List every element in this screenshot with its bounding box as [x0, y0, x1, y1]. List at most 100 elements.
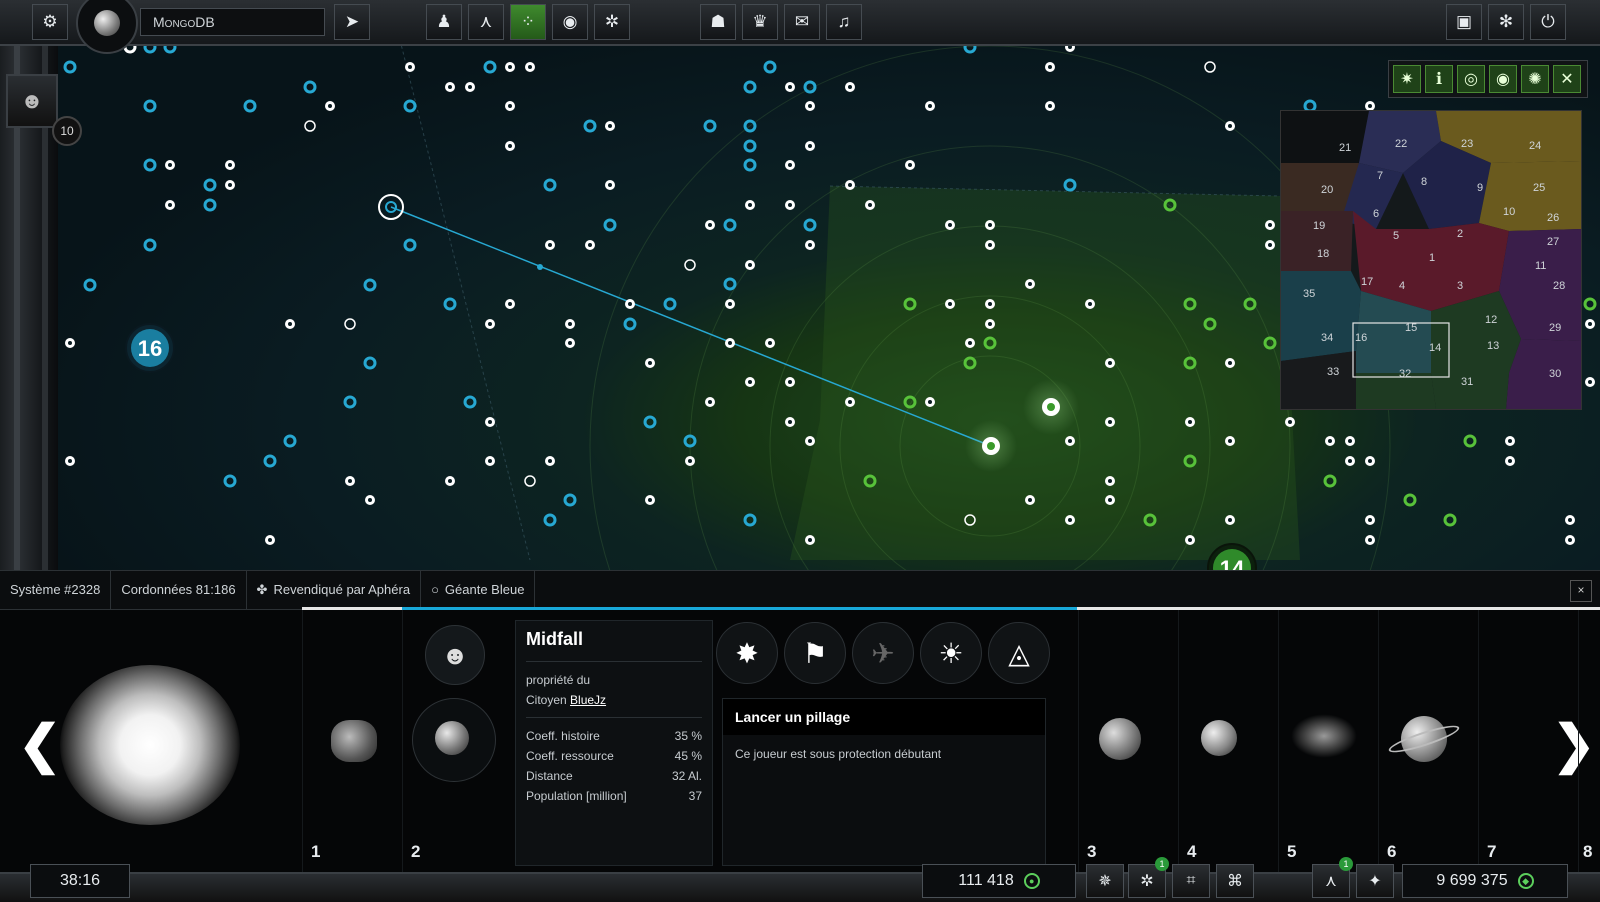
star-system-blue[interactable]: [603, 218, 617, 232]
player-avatar[interactable]: ☻: [6, 74, 58, 128]
star-system-blue[interactable]: [743, 80, 757, 94]
faction-icon[interactable]: ✲: [594, 4, 630, 40]
star-system-blue[interactable]: [443, 297, 457, 311]
galaxy-map-icon[interactable]: ⁘: [510, 4, 546, 40]
compass-icon[interactable]: ✵: [1086, 864, 1124, 898]
info-icon[interactable]: ℹ: [1425, 65, 1453, 93]
target-icon[interactable]: ◎: [1457, 65, 1485, 93]
star-system-blue[interactable]: [303, 80, 317, 94]
sector-badge-16[interactable]: 16: [125, 323, 175, 373]
star-system-blue[interactable]: [83, 278, 97, 292]
gear-flower-icon[interactable]: ✺: [1521, 65, 1549, 93]
star-system-blue[interactable]: [363, 356, 377, 370]
star-system-blue[interactable]: [703, 119, 717, 133]
star-system-blue[interactable]: [283, 434, 297, 448]
star-system-blue[interactable]: [803, 218, 817, 232]
star-system-blue[interactable]: [483, 60, 497, 74]
star-system-blue[interactable]: [403, 238, 417, 252]
star-system-blue[interactable]: [583, 119, 597, 133]
trophy-icon[interactable]: ♛: [742, 4, 778, 40]
eye-triangle-icon[interactable]: ◬: [988, 622, 1050, 684]
star-system-empty[interactable]: [524, 475, 536, 487]
orbit-slot[interactable]: 3: [1078, 610, 1179, 872]
burst-icon[interactable]: ✸: [716, 622, 778, 684]
star-system-empty[interactable]: [304, 120, 316, 132]
asteroid-planet[interactable]: [331, 720, 377, 762]
star-system-blue[interactable]: [763, 60, 777, 74]
star-system-green[interactable]: [1403, 493, 1417, 507]
eye-icon[interactable]: ◉: [1489, 65, 1517, 93]
star-system-blue[interactable]: [1063, 178, 1077, 192]
home-planet-button[interactable]: [76, 0, 138, 54]
profile-icon[interactable]: ♟: [426, 4, 462, 40]
star-system-green[interactable]: [1583, 297, 1597, 311]
star-system-blue[interactable]: [143, 99, 157, 113]
minimap[interactable]: 21 22 23 24 20 7 8 9 25 6 10 26 19 5 2 27 18 1 11 17 4 3 28 35 1…: [1280, 110, 1582, 410]
star-system-blue[interactable]: [143, 158, 157, 172]
bug-icon[interactable]: ✻: [1488, 4, 1524, 40]
star-icon[interactable]: ✷: [1393, 65, 1421, 93]
star-system-blue[interactable]: [743, 513, 757, 527]
star-system-blue[interactable]: [403, 99, 417, 113]
star-system-blue[interactable]: [803, 80, 817, 94]
gas-cloud-planet[interactable]: [1291, 714, 1357, 758]
rocky-planet[interactable]: [1201, 720, 1237, 756]
star-system-blue[interactable]: [543, 513, 557, 527]
orbit-slot[interactable]: 4: [1178, 610, 1279, 872]
ship-build-icon[interactable]: ✲ 1: [1128, 857, 1169, 898]
star-system-blue[interactable]: [223, 474, 237, 488]
star-system-blue[interactable]: [243, 99, 257, 113]
star-system-blue[interactable]: [263, 454, 277, 468]
star-system-green[interactable]: [1463, 434, 1477, 448]
radiate-icon[interactable]: ☀: [920, 622, 982, 684]
orbit-slot[interactable]: 1: [302, 610, 403, 872]
barrier-icon[interactable]: ⌗: [1172, 864, 1210, 898]
orbit-slot[interactable]: 7: [1478, 610, 1579, 872]
send-arrow-icon[interactable]: ➤: [334, 4, 370, 40]
star-system-blue[interactable]: [463, 395, 477, 409]
owner-link[interactable]: BlueJz: [570, 693, 606, 707]
star-system-blue[interactable]: [663, 297, 677, 311]
selected-planet[interactable]: [435, 721, 469, 755]
star-system-blue[interactable]: [203, 198, 217, 212]
star-system-blue[interactable]: [723, 218, 737, 232]
star-system-empty[interactable]: [684, 259, 696, 271]
star-system-blue[interactable]: [563, 493, 577, 507]
close-button[interactable]: ×: [1570, 580, 1592, 602]
minimap-canvas[interactable]: 21 22 23 24207 8 9 256 10 26195 22718 11117 4 3 28351…: [1281, 111, 1581, 409]
fleet-small-icon[interactable]: ⋏ 1: [1312, 857, 1353, 898]
star-system-blue[interactable]: [743, 158, 757, 172]
star-system-blue[interactable]: [343, 395, 357, 409]
planet-selector[interactable]: MongoDB: [140, 8, 325, 36]
star-system-empty[interactable]: [344, 318, 356, 330]
rocky-planet[interactable]: [1099, 718, 1141, 760]
star-system-blue[interactable]: [743, 139, 757, 153]
star-system-blue[interactable]: [723, 277, 737, 291]
star-system-blue[interactable]: [143, 238, 157, 252]
star-system-blue[interactable]: [543, 178, 557, 192]
star[interactable]: [60, 665, 240, 825]
barrier-alt-icon[interactable]: ⌘: [1216, 864, 1254, 898]
orbit-slot[interactable]: 6: [1378, 610, 1479, 872]
star-system-blue[interactable]: [63, 60, 77, 74]
alliance-icon[interactable]: ☗: [700, 4, 736, 40]
star-system-green[interactable]: [1323, 474, 1337, 488]
mail-icon[interactable]: ✉: [784, 4, 820, 40]
orbit-slot[interactable]: 8: [1578, 610, 1600, 872]
star-system-blue[interactable]: [203, 178, 217, 192]
fleet-icon[interactable]: ⋏: [468, 4, 504, 40]
power-icon[interactable]: ⏻: [1530, 4, 1566, 40]
star-system-empty[interactable]: [1204, 61, 1216, 73]
ranking-icon[interactable]: ◉: [552, 4, 588, 40]
flag-icon[interactable]: ⚑: [784, 622, 846, 684]
fleet-alt-icon[interactable]: ✦: [1356, 864, 1394, 898]
star-system-green[interactable]: [1443, 513, 1457, 527]
lock-icon[interactable]: ▣: [1446, 4, 1482, 40]
bell-icon[interactable]: ♫: [826, 4, 862, 40]
star-system-blue[interactable]: [643, 415, 657, 429]
star-system-blue[interactable]: [623, 317, 637, 331]
owner-avatar[interactable]: ☻: [425, 625, 485, 685]
prev-system-button[interactable]: ❮: [18, 715, 62, 775]
orbit-slot[interactable]: 5: [1278, 610, 1379, 872]
cross-icon[interactable]: ✕: [1553, 65, 1581, 93]
